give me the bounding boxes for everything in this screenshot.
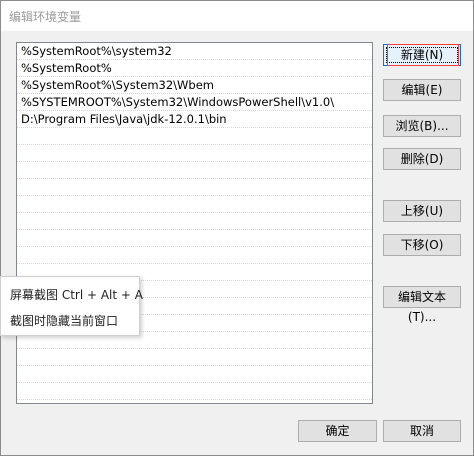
- path-row[interactable]: D:\Program Files\Java\jdk-12.0.1\bin: [17, 111, 372, 128]
- path-row[interactable]: [17, 366, 372, 383]
- browse-button-label: 浏览(B)...: [395, 119, 449, 133]
- focus-ring: [386, 47, 458, 63]
- path-row[interactable]: [17, 128, 372, 145]
- path-row[interactable]: %SystemRoot%\system32: [17, 43, 372, 60]
- window-title: 编辑环境变量: [9, 10, 82, 24]
- cancel-button[interactable]: 取消: [383, 420, 461, 442]
- new-button[interactable]: 新建(N): [383, 44, 461, 66]
- path-row[interactable]: [17, 145, 372, 162]
- edit-button-label: 编辑(E): [401, 83, 443, 97]
- ok-button[interactable]: 确定: [298, 420, 377, 442]
- move-up-button-label: 上移(U): [400, 204, 444, 218]
- move-down-button[interactable]: 下移(O): [383, 234, 461, 256]
- path-row[interactable]: %SystemRoot%: [17, 60, 372, 77]
- path-row[interactable]: [17, 179, 372, 196]
- cancel-button-label: 取消: [409, 424, 434, 438]
- edit-text-button[interactable]: 编辑文本(T)...: [383, 286, 461, 324]
- edit-environment-variable-dialog: 编辑环境变量 %SystemRoot%\system32 %SystemRoot%…: [0, 0, 474, 456]
- path-row[interactable]: [17, 230, 372, 247]
- path-row[interactable]: %SystemRoot%\System32\Wbem: [17, 77, 372, 94]
- path-row[interactable]: [17, 162, 372, 179]
- menu-item-screenshot[interactable]: 屏幕截图 Ctrl + Alt + A: [10, 286, 143, 303]
- delete-button[interactable]: 删除(D): [383, 148, 461, 170]
- path-row[interactable]: [17, 213, 372, 230]
- screenshot-context-menu: 屏幕截图 Ctrl + Alt + A 截图时隐藏当前窗口: [0, 276, 143, 336]
- move-up-button[interactable]: 上移(U): [383, 200, 461, 222]
- delete-button-label: 删除(D): [400, 152, 444, 166]
- edit-button[interactable]: 编辑(E): [383, 79, 461, 101]
- path-row[interactable]: [17, 196, 372, 213]
- path-row[interactable]: [17, 247, 372, 264]
- browse-button[interactable]: 浏览(B)...: [383, 115, 461, 137]
- path-row[interactable]: [17, 383, 372, 400]
- path-row[interactable]: %SYSTEMROOT%\System32\WindowsPowerShell\…: [17, 94, 372, 111]
- title-bar[interactable]: 编辑环境变量: [1, 1, 473, 32]
- path-row[interactable]: [17, 400, 372, 403]
- path-row[interactable]: [17, 349, 372, 366]
- edit-text-button-label: 编辑文本(T)...: [397, 290, 446, 324]
- ok-button-label: 确定: [325, 424, 350, 438]
- path-list[interactable]: %SystemRoot%\system32 %SystemRoot% %System…: [16, 42, 373, 404]
- move-down-button-label: 下移(O): [400, 238, 444, 252]
- menu-item-hide-window[interactable]: 截图时隐藏当前窗口: [10, 312, 118, 329]
